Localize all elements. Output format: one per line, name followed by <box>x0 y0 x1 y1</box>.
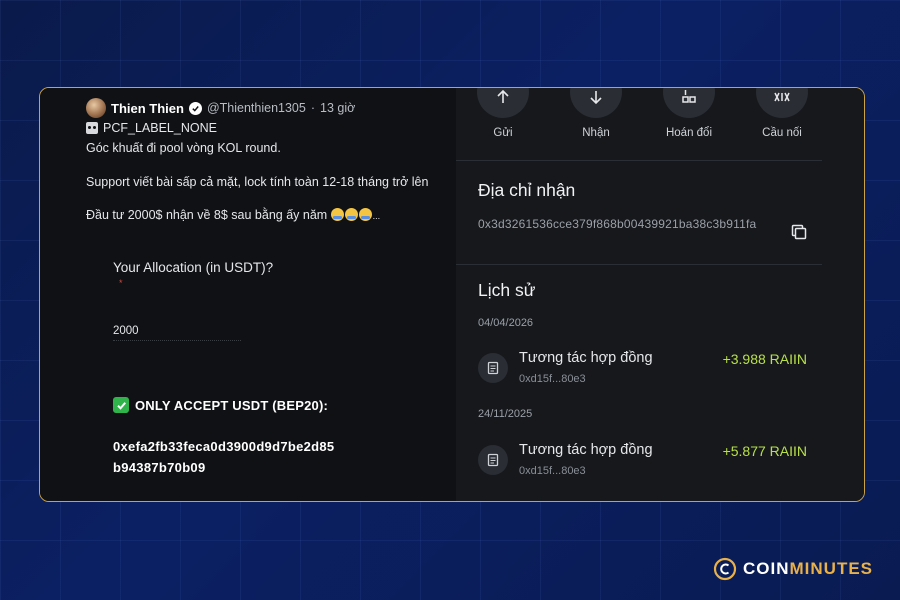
transaction-address: 0xd15f...80e3 <box>519 373 586 385</box>
contract-icon <box>478 445 508 475</box>
transaction-title[interactable]: Tương tác hợp đồng <box>519 350 653 366</box>
crying-emoji-icon <box>344 208 358 221</box>
accept-text: ONLY ACCEPT USDT (BEP20): <box>135 397 329 413</box>
wallet-address-line-1: 0xefa2fb33feca0d3900d9d7be2d85 <box>113 439 335 454</box>
check-mark-icon <box>113 397 129 413</box>
coinminutes-logo: COINMINUTES <box>713 557 873 581</box>
author-handle[interactable]: @Thienthien1305 <box>207 101 306 115</box>
tweet-time[interactable]: 13 giờ <box>320 101 355 115</box>
avatar[interactable] <box>86 98 106 118</box>
transaction-amount: +5.877 RAIIN <box>722 443 807 459</box>
divider <box>456 264 822 265</box>
swap-icon[interactable] <box>663 88 715 118</box>
crying-emoji-icon <box>358 208 372 221</box>
tweet-label: PCF_LABEL_NONE <box>86 121 217 135</box>
send-label: Gửi <box>493 127 513 139</box>
allocation-question: Your Allocation (in USDT)? <box>113 260 274 275</box>
wallet-address-line-2: b94387b70b09 <box>113 460 206 475</box>
arrow-up-icon[interactable] <box>477 88 529 118</box>
tweet-line-1: Góc khuất đi pool vòng KOL round. <box>86 141 281 155</box>
accept-notice: ONLY ACCEPT USDT (BEP20): <box>113 397 328 413</box>
mask-icon <box>86 122 98 134</box>
bridge-label: Cầu nối <box>762 127 802 139</box>
allocation-value: 2000 <box>113 325 139 337</box>
tweet-line-3: Đầu tư 2000$ nhận về 8$ sau bằng ấy năm … <box>86 208 380 222</box>
wallet-panel: Gửi Nhận Hoán đổi Cầu nối Địa chỉ nhận 0… <box>456 88 864 501</box>
label-text: PCF_LABEL_NONE <box>103 121 217 135</box>
copy-icon[interactable] <box>790 223 808 241</box>
brand-name: COINMINUTES <box>743 559 873 579</box>
receive-address[interactable]: 0x3d3261536cce379f868b00439921ba38c3b911… <box>478 216 778 232</box>
crying-emoji-icon <box>330 208 344 221</box>
history-date: 24/11/2025 <box>478 408 533 420</box>
tweet-line-3-text: Đầu tư 2000$ nhận về 8$ sau bằng ấy năm <box>86 208 328 222</box>
tweet-panel: Thien Thien @Thienthien1305 · 13 giờ PCF… <box>40 88 456 501</box>
divider <box>456 160 822 161</box>
history-date: 04/04/2026 <box>478 317 534 329</box>
history-title: Lịch sử <box>478 280 536 300</box>
transaction-title[interactable]: Tương tác hợp đồng <box>519 442 653 458</box>
brand-text-minutes: MINUTES <box>789 559 873 578</box>
brand-text-coin: COIN <box>743 559 790 578</box>
separator-dot: · <box>310 101 315 115</box>
bridge-icon[interactable] <box>756 88 808 118</box>
screenshot-card: Thien Thien @Thienthien1305 · 13 giờ PCF… <box>39 87 865 502</box>
field-underline <box>113 340 241 341</box>
tweet-header: Thien Thien @Thienthien1305 · 13 giờ <box>86 98 355 118</box>
tweet-line-2: Support viết bài sấp cả mặt, lock tính t… <box>86 175 429 189</box>
contract-icon <box>478 353 508 383</box>
transaction-amount: +3.988 RAIIN <box>722 351 807 367</box>
required-mark: * <box>119 278 123 288</box>
transaction-address: 0xd15f...80e3 <box>519 465 586 477</box>
verified-badge-icon <box>188 101 202 115</box>
receive-label: Nhận <box>582 127 610 139</box>
author-name[interactable]: Thien Thien <box>111 101 184 116</box>
arrow-down-icon[interactable] <box>570 88 622 118</box>
swap-label: Hoán đổi <box>665 127 713 139</box>
coinminutes-logo-icon <box>713 557 737 581</box>
receive-address-title: Địa chỉ nhận <box>478 180 576 200</box>
tweet-ellipsis: ... <box>372 211 381 221</box>
